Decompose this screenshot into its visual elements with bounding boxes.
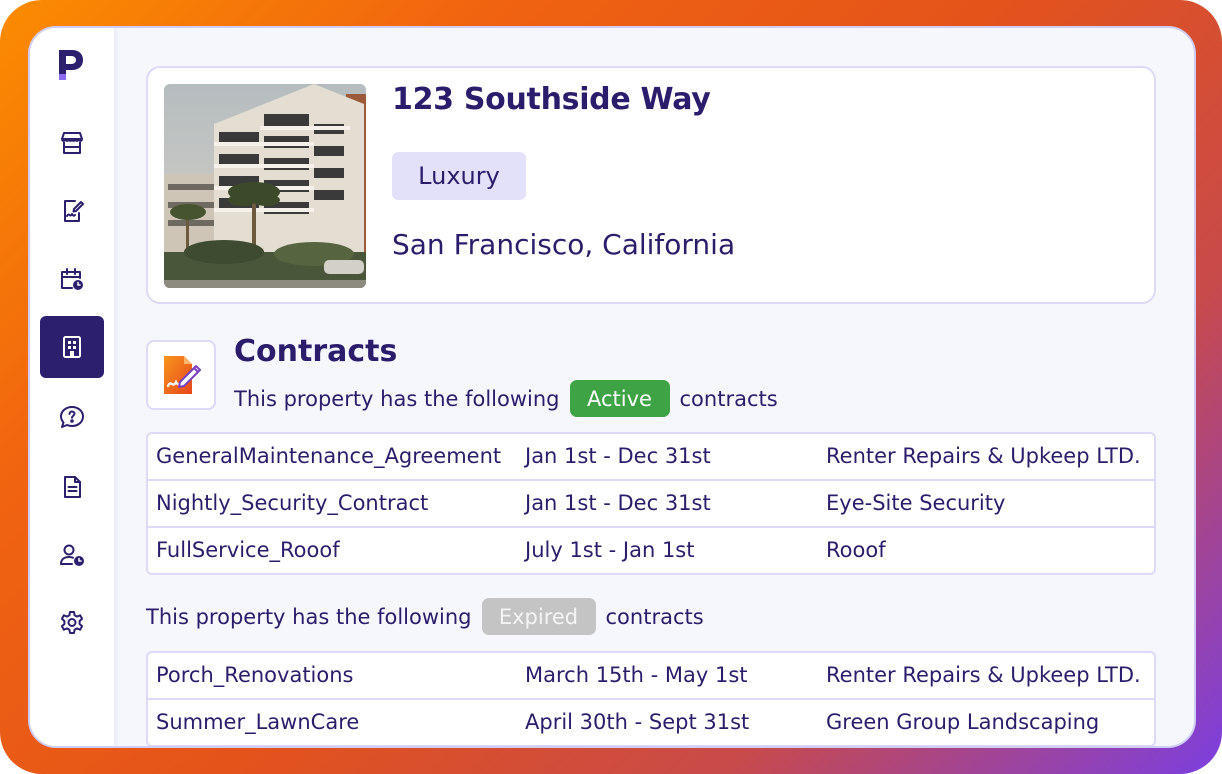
- active-contracts-caption: This property has the following Active c…: [234, 380, 778, 417]
- property-title: 123 Southside Way: [392, 82, 711, 117]
- gear-icon: [60, 611, 84, 634]
- contract-vendor: Eye-Site Security: [826, 491, 1006, 515]
- contracts-title: Contracts: [234, 334, 398, 369]
- app-frame: 123 Southside Way Luxury San Francisco, …: [0, 0, 1222, 774]
- property-tag[interactable]: Luxury: [392, 152, 526, 200]
- property-card: 123 Southside Way Luxury San Francisco, …: [146, 66, 1156, 304]
- user-clock-icon: [60, 544, 84, 566]
- table-row[interactable]: FullService_Rooof July 1st - Jan 1st Roo…: [148, 526, 1154, 573]
- active-status-badge: Active: [569, 380, 670, 417]
- expired-contracts-table: Porch_Renovations March 15th - May 1st R…: [146, 651, 1156, 746]
- table-row[interactable]: Porch_Renovations March 15th - May 1st R…: [148, 653, 1154, 698]
- contracts-section-icon: [146, 340, 216, 410]
- table-row[interactable]: Nightly_Security_Contract Jan 1st - Dec …: [148, 479, 1154, 526]
- contract-dates: April 30th - Sept 31st: [525, 710, 750, 734]
- contract-vendor: Renter Repairs & Upkeep LTD.: [826, 663, 1141, 687]
- help-chat-icon: [60, 406, 84, 428]
- expired-status-badge: Expired: [481, 598, 596, 635]
- contract-name[interactable]: FullService_Rooof: [156, 528, 340, 573]
- expired-contracts-caption: This property has the following Expired …: [146, 598, 704, 635]
- sidebar-item-tenants[interactable]: [40, 524, 104, 586]
- property-location: San Francisco, California: [392, 228, 736, 261]
- sidebar-item-properties[interactable]: [40, 316, 104, 378]
- sidebar-item-help[interactable]: [40, 386, 104, 448]
- calendar-clock-icon: [61, 268, 83, 290]
- app-logo[interactable]: [56, 48, 86, 82]
- table-row[interactable]: Summer_LawnCare April 30th - Sept 31st G…: [148, 698, 1154, 745]
- contract-name[interactable]: Nightly_Security_Contract: [156, 481, 428, 526]
- storefront-icon: [61, 132, 83, 154]
- contract-name[interactable]: GeneralMaintenance_Agreement: [156, 434, 501, 479]
- sidebar-item-calendar[interactable]: [40, 248, 104, 310]
- sidebar-item-documents[interactable]: [40, 456, 104, 518]
- contract-vendor: Rooof: [826, 538, 886, 562]
- sidebar-item-store[interactable]: [40, 112, 104, 174]
- contract-vendor: Green Group Landscaping: [826, 710, 1100, 734]
- contract-dates: Jan 1st - Dec 31st: [525, 444, 711, 468]
- building-icon: [63, 336, 81, 358]
- sidebar-item-contracts[interactable]: [40, 180, 104, 242]
- contract-dates: Jan 1st - Dec 31st: [525, 491, 711, 515]
- signed-document-icon: [64, 200, 84, 222]
- expired-caption-prefix: This property has the following: [146, 604, 472, 629]
- document-icon: [64, 476, 81, 498]
- main-content: 123 Southside Way Luxury San Francisco, …: [114, 28, 1194, 746]
- contract-dates: March 15th - May 1st: [525, 663, 748, 687]
- app-window: 123 Southside Way Luxury San Francisco, …: [28, 26, 1196, 748]
- sidebar-item-settings[interactable]: [40, 592, 104, 654]
- contract-name[interactable]: Summer_LawnCare: [156, 700, 359, 745]
- active-caption-suffix: contracts: [679, 386, 778, 411]
- active-caption-prefix: This property has the following: [234, 386, 560, 411]
- expired-caption-suffix: contracts: [605, 604, 704, 629]
- contract-sign-icon: [164, 356, 201, 394]
- contract-dates: July 1st - Jan 1st: [525, 538, 695, 562]
- property-photo: [164, 84, 366, 288]
- contract-vendor: Renter Repairs & Upkeep LTD.: [826, 444, 1141, 468]
- table-row[interactable]: GeneralMaintenance_Agreement Jan 1st - D…: [148, 434, 1154, 479]
- active-contracts-table: GeneralMaintenance_Agreement Jan 1st - D…: [146, 432, 1156, 575]
- sidebar: [30, 28, 114, 746]
- contract-name[interactable]: Porch_Renovations: [156, 653, 353, 698]
